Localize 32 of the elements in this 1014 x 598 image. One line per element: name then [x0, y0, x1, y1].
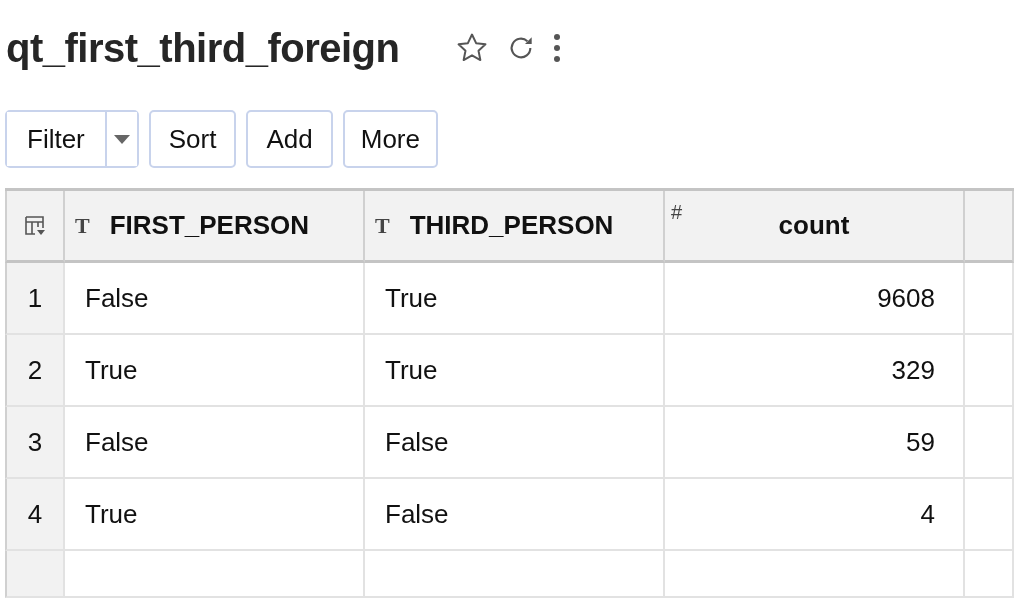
table-cell: False — [385, 426, 449, 458]
column-type-icon: T — [375, 212, 390, 239]
toolbar-button[interactable]: Add — [246, 110, 333, 168]
toolbar-button[interactable]: Sort — [148, 110, 237, 168]
table-cell: 329 — [891, 354, 935, 386]
table-cell: 59 — [906, 426, 935, 458]
filter-button[interactable]: Filter — [7, 112, 107, 166]
column-type-icon: T — [75, 212, 90, 239]
table-cell: 4 — [920, 498, 935, 530]
row-number: 2 — [5, 335, 65, 407]
page-title: qt_first_third_foreign — [6, 25, 400, 71]
more-icon[interactable] — [553, 32, 562, 64]
table-cell: False — [385, 498, 449, 530]
table-cell: 9608 — [877, 282, 935, 314]
table-cell: True — [85, 498, 138, 530]
row-number: 1 — [5, 263, 65, 335]
column-header[interactable]: # count — [665, 191, 965, 263]
table-cell: False — [85, 282, 149, 314]
caret-icon — [113, 134, 130, 144]
row-number: 3 — [5, 407, 65, 479]
empty-cell — [965, 551, 1014, 598]
table-cell: True — [85, 354, 138, 386]
table-cell: True — [385, 354, 438, 386]
column-header[interactable]: T FIRST_PERSON — [65, 191, 365, 263]
column-header[interactable]: T THIRD_PERSON — [365, 191, 665, 263]
row-number: 4 — [5, 479, 65, 551]
column-type-icon: # — [671, 201, 683, 224]
row-number-cell — [5, 551, 65, 598]
toolbar-button[interactable]: More — [342, 110, 438, 168]
table-cell: True — [385, 282, 438, 314]
table-settings-icon[interactable] — [24, 214, 46, 237]
table-cell: False — [85, 426, 149, 458]
